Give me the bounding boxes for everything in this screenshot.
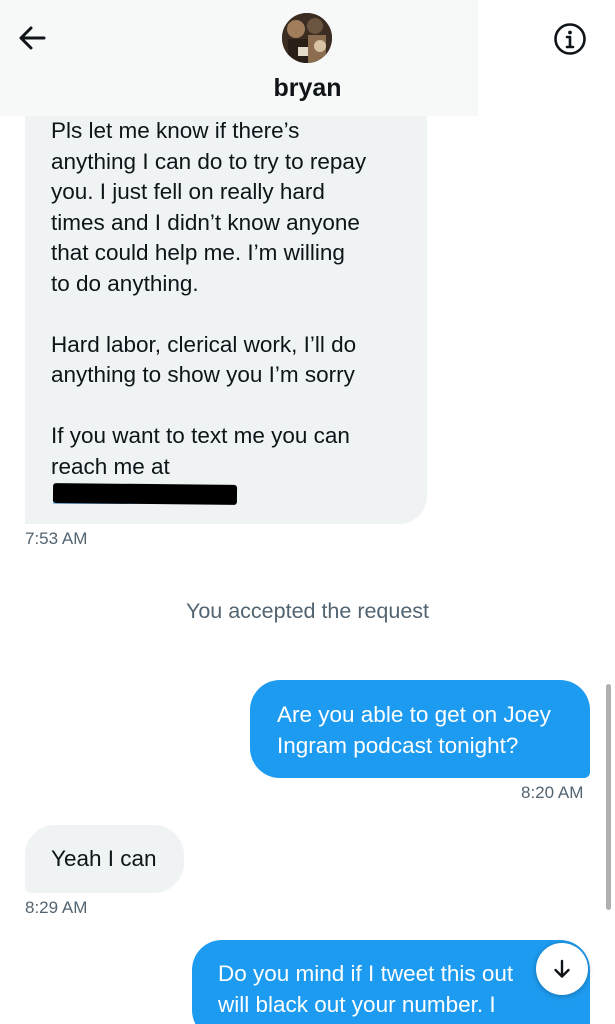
system-message: You accepted the request <box>185 599 430 623</box>
info-circle-icon <box>554 23 586 55</box>
message-timestamp: 7:53 AM <box>25 529 88 548</box>
scrollbar[interactable] <box>606 684 611 910</box>
dm-conversation-screen: Pls let me know if there’s anything I ca… <box>0 0 615 1024</box>
arrow-left-icon <box>19 26 46 50</box>
message-paragraph: If you want to text me you can reach me … <box>51 423 350 479</box>
outgoing-message-bubble[interactable]: Do you mind if I tweet this out will bla… <box>192 940 590 1024</box>
scroll-to-bottom-button[interactable] <box>536 943 588 995</box>
message-paragraph: Hard labor, clerical work, I’ll do anyth… <box>51 331 357 388</box>
redaction-bar <box>52 483 238 505</box>
arrow-down-icon <box>554 959 570 978</box>
back-button[interactable] <box>14 20 50 56</box>
contact-name[interactable]: bryan <box>0 74 615 103</box>
conversation-info-button[interactable] <box>552 21 588 57</box>
message-paragraph: Pls let me know if there’s anything I ca… <box>51 118 367 296</box>
avatar[interactable] <box>282 13 332 63</box>
outgoing-message-bubble[interactable]: Are you able to get on Joey Ingram podca… <box>250 680 590 778</box>
message-timestamp: 8:20 AM <box>521 783 584 802</box>
avatar-image <box>282 13 332 63</box>
message-timestamp: 8:29 AM <box>25 898 88 917</box>
incoming-message-bubble[interactable]: Pls let me know if there’s anything I ca… <box>25 100 427 524</box>
incoming-message-bubble[interactable]: Yeah I can <box>25 825 184 893</box>
